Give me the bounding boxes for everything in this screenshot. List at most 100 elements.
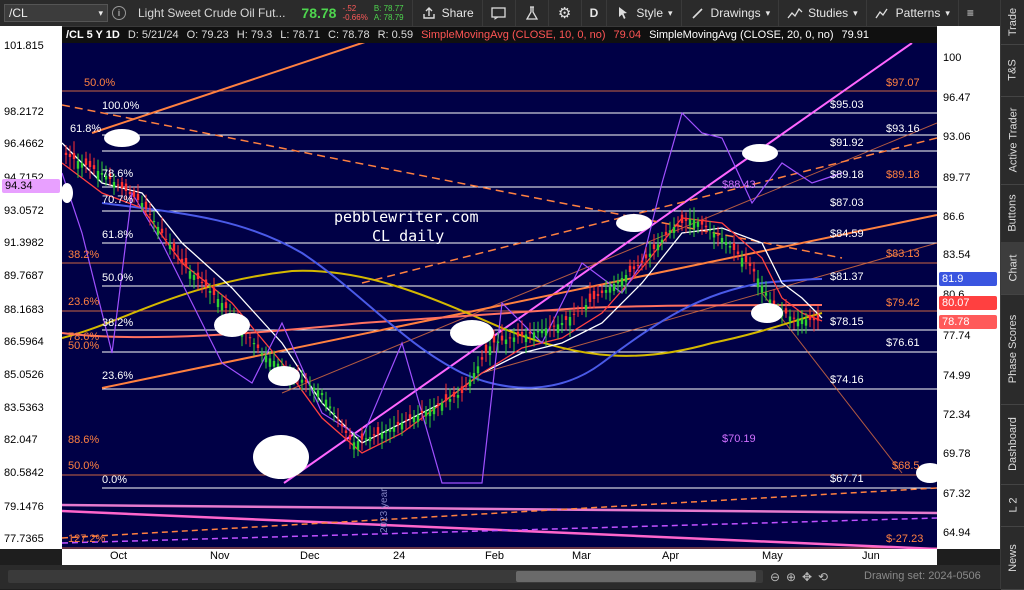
candle-body <box>564 316 568 320</box>
side-tab-label: T&S <box>1007 59 1019 81</box>
settings-button[interactable]: ⚙ <box>549 0 582 26</box>
horizontal-scrollbar[interactable] <box>8 570 763 583</box>
scrollbar-thumb[interactable] <box>516 571 756 582</box>
sma10-study-label[interactable]: SimpleMovingAvg (CLOSE, 10, 0, no) <box>421 29 605 41</box>
candle-body <box>572 313 576 315</box>
candle-body <box>192 275 196 280</box>
side-tab-trade[interactable]: Trade <box>1001 0 1024 45</box>
candle-body <box>648 253 652 257</box>
candle-body <box>360 433 364 440</box>
fib-level-label: 0.0% <box>102 474 128 486</box>
last-price: 78.78 <box>301 5 337 21</box>
year-separator-label: 2023 year <box>379 488 390 533</box>
chart-canvas[interactable]: 2023 year pebblewriter.com CL daily 100.… <box>62 43 937 549</box>
last-price-tag: 78.78 <box>939 315 997 329</box>
cursor-icon <box>615 5 631 21</box>
candle-body <box>264 355 268 363</box>
candle-body <box>344 430 348 433</box>
sma20-line[interactable] <box>62 142 823 444</box>
symbol-selector[interactable]: /CL ▾ <box>4 4 108 22</box>
fib-price-label: $95.03 <box>830 99 864 111</box>
candle-body <box>628 265 632 272</box>
candle-body <box>212 287 216 295</box>
side-tab-phase-scores[interactable]: Phase Scores <box>1001 294 1024 405</box>
fib-extension-label: 127.2% <box>68 533 106 545</box>
highlight-ellipse[interactable] <box>104 129 140 147</box>
candle-body <box>792 317 796 319</box>
candle-body <box>512 337 516 342</box>
pan-icon[interactable]: ✥ <box>802 570 812 584</box>
time-axis-tick: 24 <box>393 550 406 562</box>
highlight-ellipse[interactable] <box>742 144 778 162</box>
highlight-ellipse[interactable] <box>616 214 652 232</box>
highlight-ellipse[interactable] <box>253 435 309 479</box>
change-percent: -0.66% <box>342 13 368 22</box>
sma20-study-label[interactable]: SimpleMovingAvg (CLOSE, 20, 0, no) <box>649 29 833 41</box>
candle-body <box>500 335 504 341</box>
highlight-ellipse[interactable] <box>214 313 250 337</box>
side-tab-buttons[interactable]: Buttons <box>1001 184 1024 243</box>
side-tab-news[interactable]: News <box>1001 526 1024 590</box>
fib-price-label: $76.61 <box>886 337 920 349</box>
sma20-price-tag: 81.9 <box>939 272 997 286</box>
fib-price-label: $84.59 <box>830 228 864 240</box>
indicator-line[interactable] <box>62 111 843 484</box>
candle-body <box>448 399 452 402</box>
chevron-down-icon: ▾ <box>853 7 858 18</box>
candle-body <box>408 414 412 419</box>
candle-body <box>68 153 72 157</box>
info-date: D: 5/21/24 <box>127 29 179 41</box>
side-tab-chart[interactable]: Chart <box>1001 242 1024 295</box>
candle-body <box>488 346 492 356</box>
side-tab-t-s[interactable]: T&S <box>1001 44 1024 97</box>
candle-body <box>692 219 696 229</box>
highlight-ellipse[interactable] <box>268 366 300 386</box>
candle-body <box>456 395 460 398</box>
quote-block: 78.78 -.52 -0.66% B: 78.77 A: 78.79 <box>293 0 413 26</box>
message-button[interactable] <box>483 0 516 26</box>
studies-button[interactable]: Studies ▾ <box>779 0 867 26</box>
fib-price-label: $74.16 <box>830 374 864 386</box>
candle-body <box>808 316 812 320</box>
fib-level-label: 50.0% <box>102 272 134 284</box>
candle-body <box>812 317 816 321</box>
side-tab-label: L 2 <box>1006 497 1019 513</box>
fib-extension-label: 50.0% <box>84 77 116 89</box>
candle-body <box>764 292 768 296</box>
style-button[interactable]: Style ▾ <box>607 0 682 26</box>
support-trendline[interactable] <box>62 503 937 515</box>
share-button[interactable]: Share <box>413 0 483 26</box>
more-button[interactable]: ≡ <box>959 0 982 26</box>
info-button[interactable]: i <box>108 0 130 26</box>
candle-body <box>124 183 128 191</box>
drawing-set-label[interactable]: Drawing set: 2024-0506 <box>864 570 981 582</box>
info-symbol-period[interactable]: /CL 5 Y 1D <box>66 29 120 41</box>
side-tab-dashboard[interactable]: Dashboard <box>1001 404 1024 485</box>
right-axis-tick: 89.77 <box>943 172 971 184</box>
highlight-ellipse[interactable] <box>751 303 783 323</box>
candle-body <box>756 278 760 288</box>
sma100-line[interactable] <box>62 304 823 339</box>
zoom-out-icon[interactable]: ⊖ <box>770 570 780 584</box>
candle-body <box>596 293 600 296</box>
candle-body <box>720 238 724 243</box>
drawings-button[interactable]: Drawings ▾ <box>682 0 780 26</box>
candle-body <box>656 244 660 251</box>
top-toolbar: /CL ▾ i Light Sweet Crude Oil Fut... 78.… <box>0 0 1000 27</box>
highlight-ellipse[interactable] <box>450 320 494 346</box>
sma200-line[interactable] <box>62 269 823 357</box>
candle-body <box>336 418 340 420</box>
candle-body <box>620 278 624 287</box>
zoom-in-icon[interactable]: ⊕ <box>786 570 796 584</box>
time-axis-tick: Oct <box>110 550 128 562</box>
candle-body <box>508 337 512 339</box>
flask-button[interactable] <box>516 0 549 26</box>
candle-body <box>688 219 692 226</box>
side-tab-active-trader[interactable]: Active Trader <box>1001 96 1024 185</box>
resistance-trendline[interactable] <box>91 43 482 134</box>
reset-zoom-icon[interactable]: ⟲ <box>818 570 828 584</box>
patterns-button[interactable]: Patterns ▾ <box>867 0 959 26</box>
chevron-down-icon: ▾ <box>98 7 103 18</box>
side-tab-l-2[interactable]: L 2 <box>1001 484 1024 527</box>
period-button[interactable]: D <box>582 0 608 26</box>
